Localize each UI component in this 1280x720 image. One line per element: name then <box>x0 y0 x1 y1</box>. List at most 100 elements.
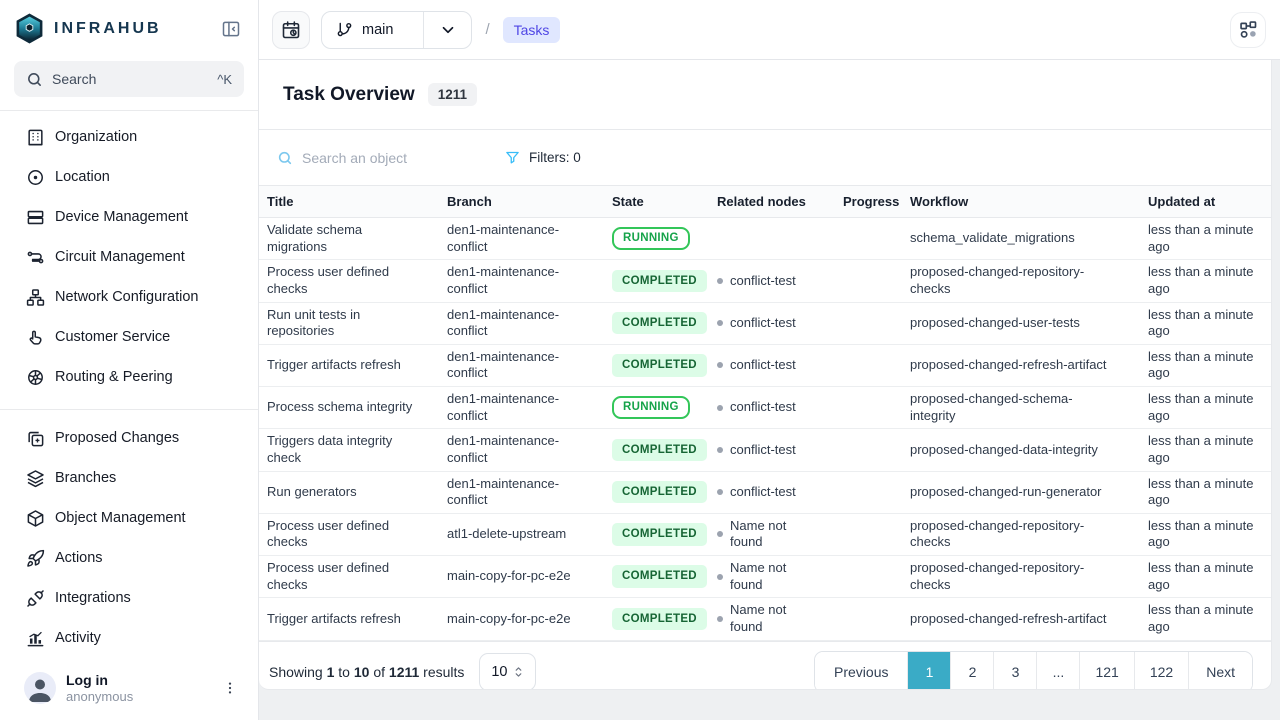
page-size-select[interactable]: 10 <box>479 653 536 690</box>
sidebar-item-customer-service[interactable]: Customer Service <box>0 317 258 357</box>
task-row[interactable]: Trigger artifacts refresh den1-maintenan… <box>259 344 1271 386</box>
sidebar-item-network-configuration[interactable]: Network Configuration <box>0 277 258 317</box>
bullet-dot-icon <box>717 531 723 537</box>
related-node-name: Name not found <box>730 518 810 551</box>
task-overview-card: Task Overview 1211 Filters: 0 <box>259 60 1272 690</box>
column-header-state: State <box>604 186 709 218</box>
login-label: Log in <box>66 672 208 688</box>
user-section[interactable]: Log in anonymous <box>0 662 258 720</box>
sidebar-item-organization[interactable]: Organization <box>0 117 258 157</box>
task-row[interactable]: Process user defined checks main-copy-fo… <box>259 556 1271 598</box>
related-node: conflict-test <box>717 357 827 374</box>
bullet-dot-icon <box>717 278 723 284</box>
chevron-up-down-icon <box>513 665 524 679</box>
bar-chart-icon <box>26 629 45 648</box>
chevron-down-icon[interactable] <box>424 12 471 48</box>
layers-icon <box>26 469 45 488</box>
task-row[interactable]: Trigger artifacts refresh main-copy-for-… <box>259 598 1271 640</box>
task-workflow: schema_validate_migrations <box>910 230 1114 247</box>
sidebar-item-device-management[interactable]: Device Management <box>0 197 258 237</box>
search-shortcut: ^K <box>217 72 232 87</box>
bullet-dot-icon <box>717 616 723 622</box>
bullet-dot-icon <box>717 489 723 495</box>
task-row[interactable]: Triggers data integrity check den1-maint… <box>259 429 1271 471</box>
sidebar-item-activity[interactable]: Activity <box>0 618 258 658</box>
task-updated-at: less than a minute ago <box>1148 476 1262 509</box>
next-page-button[interactable]: Next <box>1188 652 1252 690</box>
related-node: Name not found <box>717 602 827 635</box>
task-title: Run generators <box>267 484 431 501</box>
state-badge: COMPLETED <box>612 565 707 588</box>
sidebar-item-routing-peering[interactable]: Routing & Peering <box>0 357 258 397</box>
related-node-name: Name not found <box>730 602 810 635</box>
filters-button[interactable]: Filters: 0 <box>505 150 581 165</box>
task-updated-at: less than a minute ago <box>1148 602 1262 635</box>
task-progress <box>835 302 902 344</box>
topbar: main / Tasks <box>259 0 1280 60</box>
previous-page-button[interactable]: Previous <box>815 652 907 690</box>
diff-pages-icon <box>26 429 45 448</box>
search-icon <box>277 150 293 166</box>
page-button-122[interactable]: 122 <box>1134 652 1188 690</box>
related-node: conflict-test <box>717 399 827 416</box>
sidebar-item-label: Object Management <box>55 510 186 526</box>
page-button-121[interactable]: 121 <box>1079 652 1133 690</box>
timeframe-button[interactable] <box>272 11 310 49</box>
workflow-view-button[interactable] <box>1230 12 1266 48</box>
sidebar-item-object-management[interactable]: Object Management <box>0 498 258 538</box>
building-icon <box>26 128 45 147</box>
collapse-sidebar-button[interactable] <box>218 16 244 42</box>
funnel-icon <box>505 150 520 165</box>
brand-row: INFRAHUB <box>0 0 258 53</box>
sidebar-item-actions[interactable]: Actions <box>0 538 258 578</box>
column-header-related-nodes: Related nodes <box>709 186 835 218</box>
task-row[interactable]: Process user defined checks den1-mainten… <box>259 260 1271 302</box>
state-badge: COMPLETED <box>612 354 707 377</box>
page-ellipsis[interactable]: ... <box>1036 652 1079 690</box>
task-branch: atl1-delete-upstream <box>447 526 574 543</box>
page-button-3[interactable]: 3 <box>993 652 1036 690</box>
task-updated-at: less than a minute ago <box>1148 264 1262 297</box>
branch-selector[interactable]: main <box>321 11 472 49</box>
task-updated-at: less than a minute ago <box>1148 349 1262 382</box>
state-badge: COMPLETED <box>612 439 707 462</box>
object-search-input[interactable] <box>302 150 472 166</box>
task-row[interactable]: Run unit tests in repositories den1-main… <box>259 302 1271 344</box>
task-progress <box>835 387 902 429</box>
object-search <box>277 150 505 166</box>
network-icon <box>26 288 45 307</box>
task-row[interactable]: Run generators den1-maintenance-conflict… <box>259 471 1271 513</box>
breadcrumb-tasks[interactable]: Tasks <box>503 17 561 43</box>
sidebar-search[interactable]: Search ^K <box>14 61 244 97</box>
task-row[interactable]: Validate schema migrations den1-maintena… <box>259 218 1271 260</box>
plug-icon <box>26 589 45 608</box>
sidebar-item-label: Location <box>55 169 110 185</box>
page-button-2[interactable]: 2 <box>950 652 993 690</box>
sidebar-item-proposed-changes[interactable]: Proposed Changes <box>0 418 258 458</box>
sidebar-item-label: Customer Service <box>55 329 170 345</box>
user-menu-button[interactable] <box>218 676 242 700</box>
sidebar-item-branches[interactable]: Branches <box>0 458 258 498</box>
task-branch: den1-maintenance-conflict <box>447 307 574 340</box>
results-summary: Showing 1 to 10 of 1211 results <box>269 664 464 680</box>
task-progress <box>835 344 902 386</box>
task-count-badge: 1211 <box>428 83 477 106</box>
page-button-1[interactable]: 1 <box>907 652 950 690</box>
sidebar-item-location[interactable]: Location <box>0 157 258 197</box>
task-row[interactable]: Process user defined checks atl1-delete-… <box>259 513 1271 555</box>
task-title: Process user defined checks <box>267 518 431 551</box>
breadcrumb-separator: / <box>485 21 489 38</box>
server-icon <box>26 208 45 227</box>
sidebar-item-circuit-management[interactable]: Circuit Management <box>0 237 258 277</box>
git-branch-icon <box>336 21 353 38</box>
related-node: conflict-test <box>717 442 827 459</box>
sidebar-item-integrations[interactable]: Integrations <box>0 578 258 618</box>
task-updated-at: less than a minute ago <box>1148 307 1262 340</box>
task-branch: den1-maintenance-conflict <box>447 264 574 297</box>
sidebar-item-label: Device Management <box>55 209 188 225</box>
circle-dot-icon <box>26 168 45 187</box>
avatar <box>24 672 56 704</box>
task-row[interactable]: Process schema integrity den1-maintenanc… <box>259 387 1271 429</box>
sidebar: INFRAHUB Search ^K Organization Location… <box>0 0 259 720</box>
page-title: Task Overview <box>283 84 415 106</box>
